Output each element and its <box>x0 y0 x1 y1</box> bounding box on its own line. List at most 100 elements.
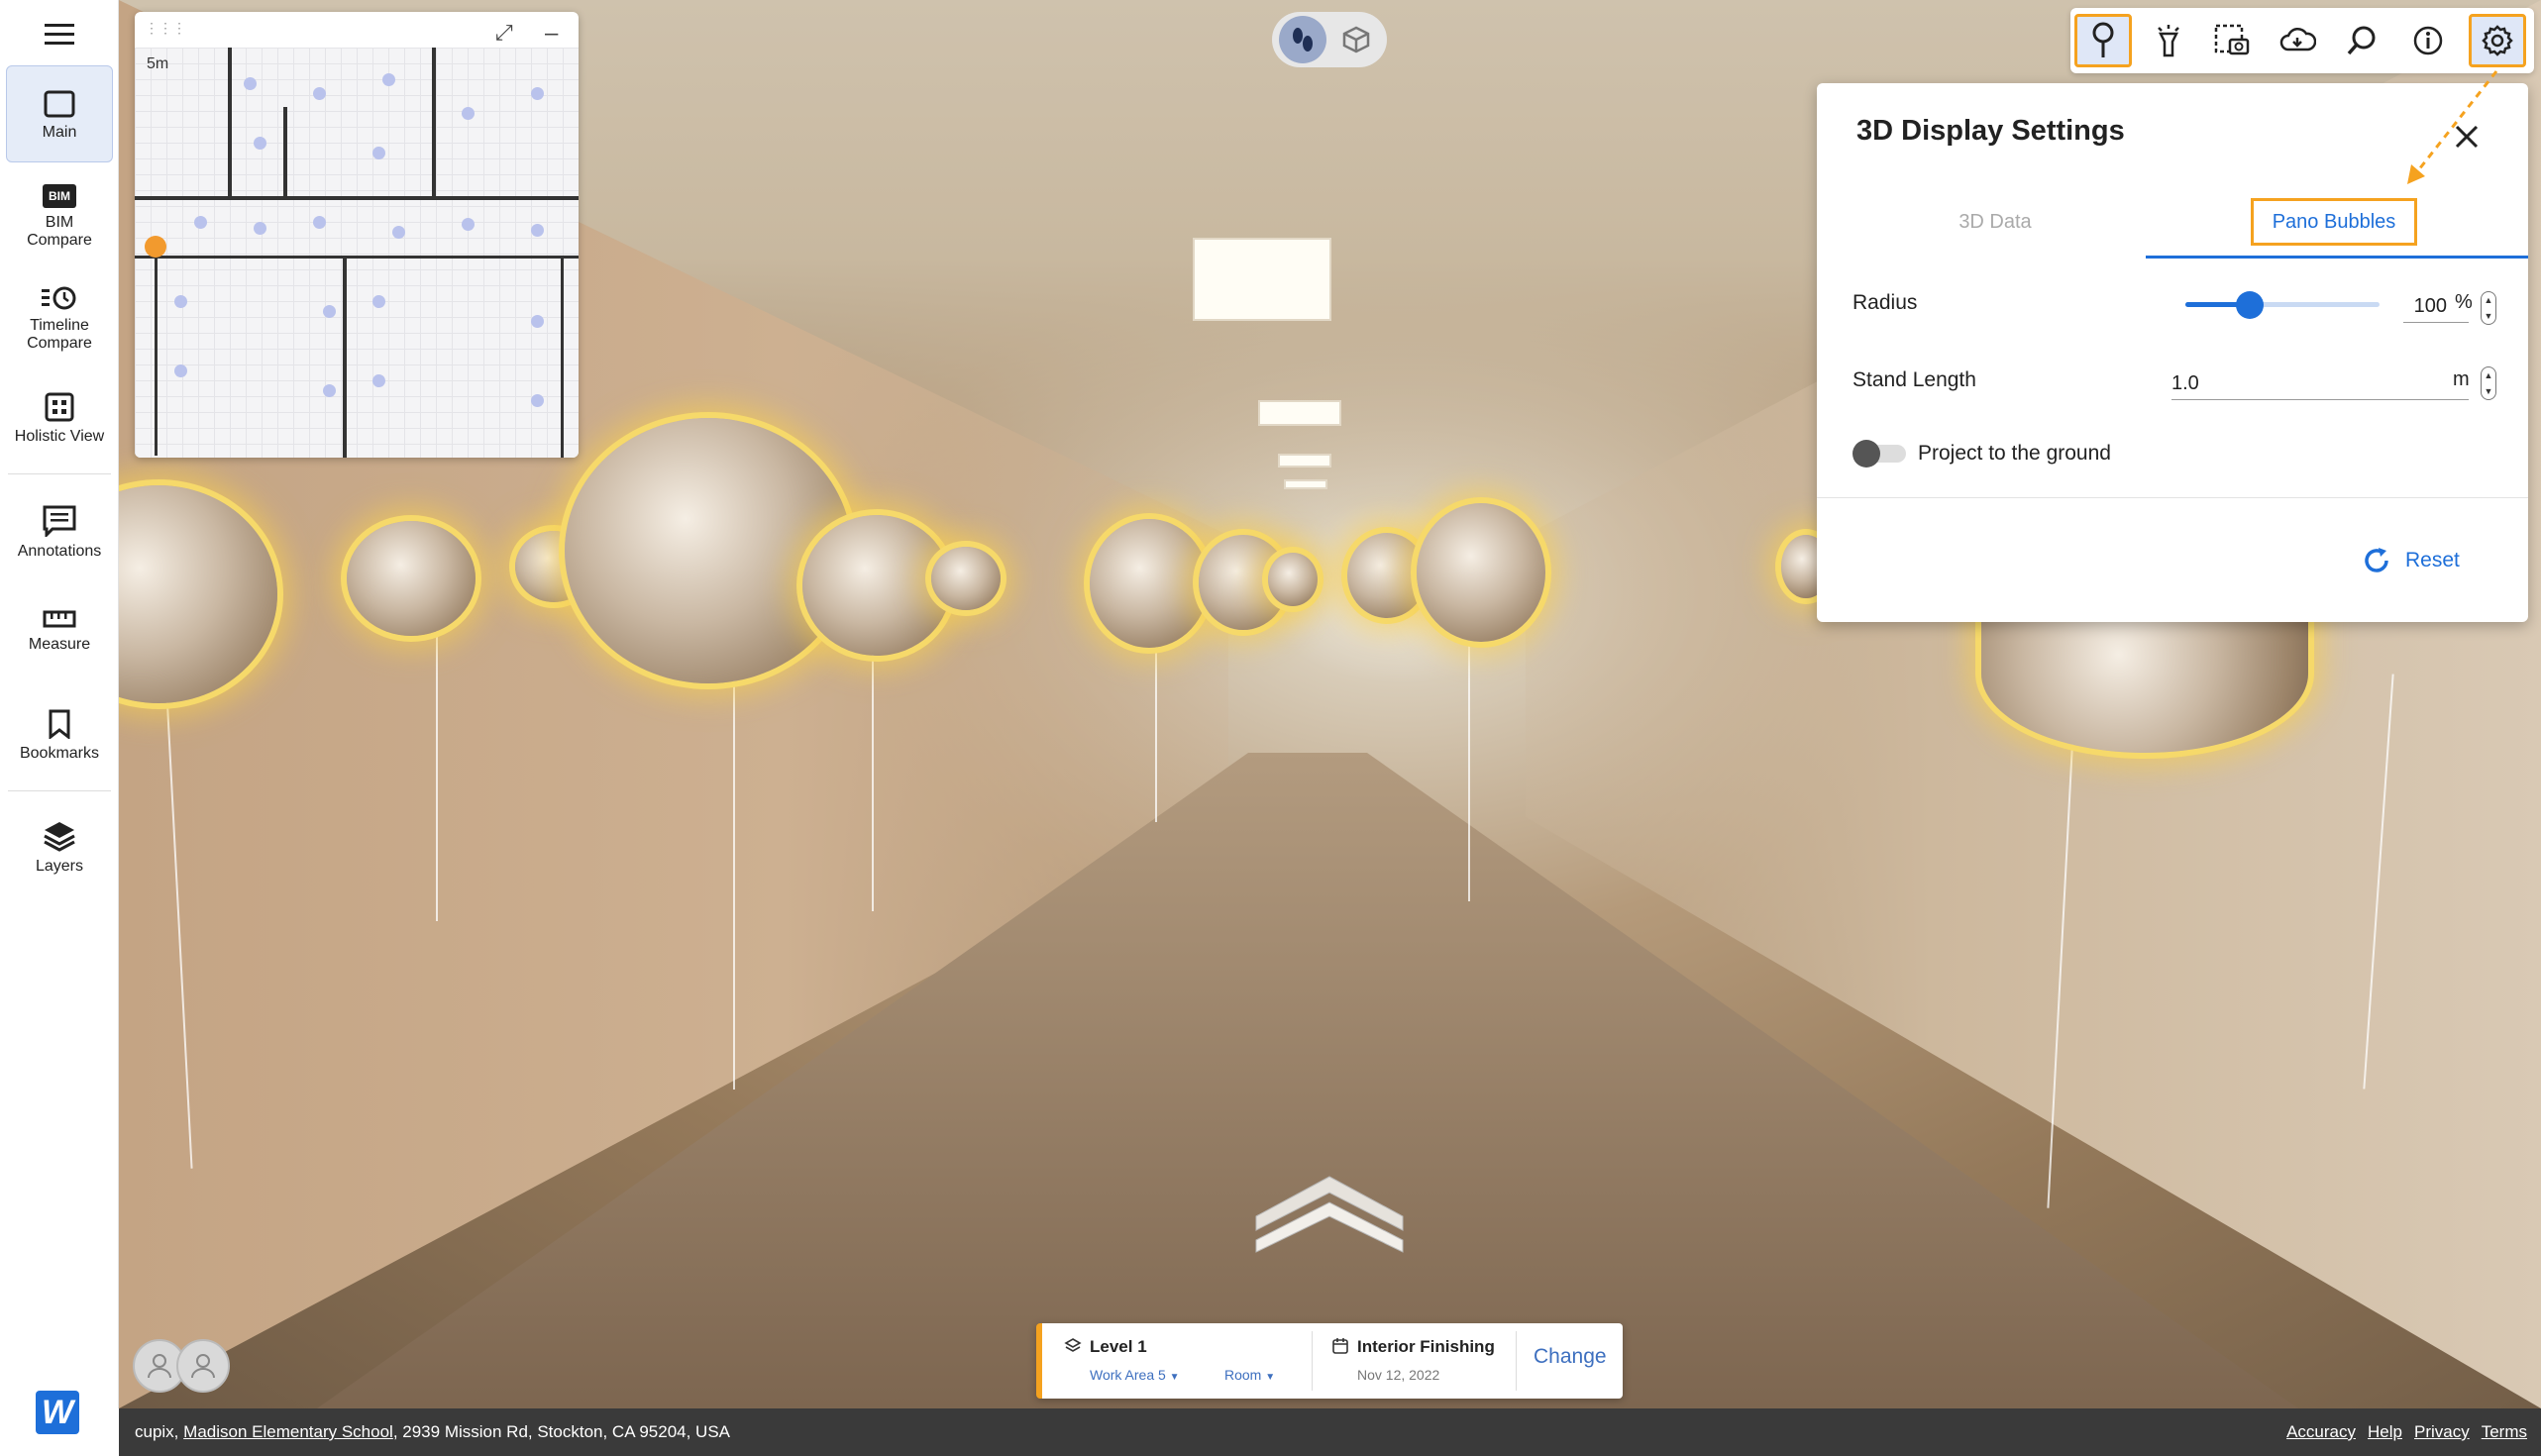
pano-point[interactable] <box>174 364 187 377</box>
footer-link-accuracy[interactable]: Accuracy <box>2286 1422 2356 1442</box>
settings-tool[interactable] <box>2469 14 2526 67</box>
pano-point[interactable] <box>392 226 405 239</box>
nav-item-measure[interactable]: Measure <box>6 610 113 670</box>
pano-point[interactable] <box>323 384 336 397</box>
pano-bubble-tool[interactable] <box>2074 14 2132 67</box>
nav-item-bookmarks[interactable]: Bookmarks <box>6 709 113 769</box>
pano-point[interactable] <box>382 73 395 86</box>
avatar[interactable] <box>176 1339 230 1393</box>
pano-point[interactable] <box>531 224 544 237</box>
radius-slider[interactable] <box>2185 291 2380 319</box>
sidebar-divider <box>8 473 111 474</box>
floor-plan[interactable] <box>135 48 579 458</box>
reset-button[interactable]: Reset <box>2362 539 2460 582</box>
pano-bubble[interactable] <box>565 418 852 683</box>
info-tool[interactable] <box>2399 14 2457 67</box>
left-sidebar: Main BIM BIM Compare Timeline Compare Ho… <box>0 0 119 1434</box>
footer-link-privacy[interactable]: Privacy <box>2414 1422 2470 1442</box>
sidebar-divider <box>8 790 111 791</box>
screenshot-icon <box>2214 24 2250 55</box>
footer-link-terms[interactable]: Terms <box>2482 1422 2527 1442</box>
pano-point[interactable] <box>174 295 187 308</box>
stand-length-input[interactable]: 1.0 <box>2171 364 2469 400</box>
nav-item-bim-compare[interactable]: BIM BIM Compare <box>6 184 113 263</box>
search-tool[interactable] <box>2334 14 2391 67</box>
user-avatars <box>133 1339 230 1393</box>
cloud-tool[interactable] <box>2269 14 2326 67</box>
pano-bubble[interactable] <box>1347 533 1427 618</box>
footer-link-help[interactable]: Help <box>2368 1422 2402 1442</box>
pano-bubble[interactable] <box>931 547 1001 610</box>
nav-item-annotations[interactable]: Annotations <box>6 505 113 565</box>
pano-bubble[interactable] <box>1417 503 1545 642</box>
project-link[interactable]: Madison Elementary School <box>183 1422 393 1442</box>
pano-point[interactable] <box>194 216 207 229</box>
nav-item-holistic-view[interactable]: Holistic View <box>6 392 113 452</box>
pano-point[interactable] <box>462 107 475 120</box>
walk-mode-button[interactable] <box>1279 16 1326 63</box>
plan-wall <box>228 48 232 196</box>
current-location-marker[interactable] <box>145 236 166 258</box>
model-mode-button[interactable] <box>1332 16 1380 63</box>
search-icon <box>2347 26 2376 55</box>
pano-bubble[interactable] <box>1268 553 1318 606</box>
level-name[interactable]: Level 1 <box>1090 1337 1147 1357</box>
refresh-icon <box>2365 548 2388 572</box>
stand-length-stepper[interactable]: ▲ ▼ <box>2481 366 2496 400</box>
nav-label-annotations: Annotations <box>17 543 102 560</box>
nav-label-holistic-view: Holistic View <box>14 428 105 445</box>
pano-point[interactable] <box>254 137 266 150</box>
panel-title: 3D Display Settings <box>1856 115 2125 147</box>
calendar-icon <box>1332 1338 1348 1354</box>
radius-label: Radius <box>1853 291 1918 314</box>
pano-point[interactable] <box>313 216 326 229</box>
close-button[interactable] <box>2449 119 2485 155</box>
pano-bubble[interactable] <box>347 521 476 636</box>
project-ground-toggle[interactable] <box>1853 440 1908 468</box>
stepper-down-icon: ▼ <box>2484 386 2493 396</box>
pano-bubble[interactable] <box>1090 519 1209 648</box>
pano-point[interactable] <box>323 305 336 318</box>
nav-label-bookmarks: Bookmarks <box>19 745 100 762</box>
bim-icon: BIM <box>43 184 76 208</box>
project-address: , 2939 Mission Rd, Stockton, CA 95204, U… <box>392 1422 731 1441</box>
change-button[interactable]: Change <box>1534 1345 1607 1369</box>
ceiling-light <box>1258 400 1341 426</box>
nav-item-layers[interactable]: Layers <box>6 820 113 880</box>
capture-area-tool[interactable] <box>2203 14 2261 67</box>
pano-bubble[interactable] <box>802 515 951 656</box>
pano-point[interactable] <box>531 394 544 407</box>
work-area-value: Work Area 5 <box>1090 1367 1166 1383</box>
pano-point[interactable] <box>244 77 257 90</box>
work-area-dropdown[interactable]: Work Area 5 ▼ <box>1090 1367 1180 1383</box>
info-icon <box>2413 26 2443 55</box>
minimap[interactable]: ⋮⋮⋮ ⤢ – 5m <box>135 12 579 458</box>
pano-point[interactable] <box>313 87 326 100</box>
pano-point[interactable] <box>372 147 385 159</box>
move-forward-arrow[interactable] <box>1250 1157 1409 1256</box>
tab-3d-data[interactable]: 3D Data <box>1876 198 2114 246</box>
minimize-icon[interactable]: – <box>545 20 558 48</box>
radius-slider-handle[interactable] <box>2235 291 2264 319</box>
pano-point[interactable] <box>531 315 544 328</box>
drag-handle-icon[interactable]: ⋮⋮⋮ <box>145 20 186 37</box>
project-ground-label: Project to the ground <box>1918 442 2111 465</box>
ceiling-light <box>1193 238 1331 321</box>
room-dropdown[interactable]: Room ▼ <box>1224 1367 1275 1383</box>
flashlight-tool[interactable] <box>2140 14 2197 67</box>
pano-point[interactable] <box>254 222 266 235</box>
radius-stepper[interactable]: ▲ ▼ <box>2481 291 2496 325</box>
tab-pano-bubbles[interactable]: Pano Bubbles <box>2251 198 2417 246</box>
menu-button[interactable] <box>30 14 89 55</box>
phase-name[interactable]: Interior Finishing <box>1357 1337 1495 1357</box>
pano-point[interactable] <box>531 87 544 100</box>
pano-point[interactable] <box>462 218 475 231</box>
chevron-down-icon: ▼ <box>1169 1372 1180 1383</box>
expand-icon[interactable]: ⤢ <box>495 20 513 46</box>
nav-item-main[interactable]: Main <box>6 65 113 162</box>
pano-point[interactable] <box>372 295 385 308</box>
nav-item-timeline-compare[interactable]: Timeline Compare <box>6 285 113 364</box>
close-icon <box>2455 125 2479 149</box>
pano-point[interactable] <box>372 374 385 387</box>
layers-icon <box>44 822 75 852</box>
